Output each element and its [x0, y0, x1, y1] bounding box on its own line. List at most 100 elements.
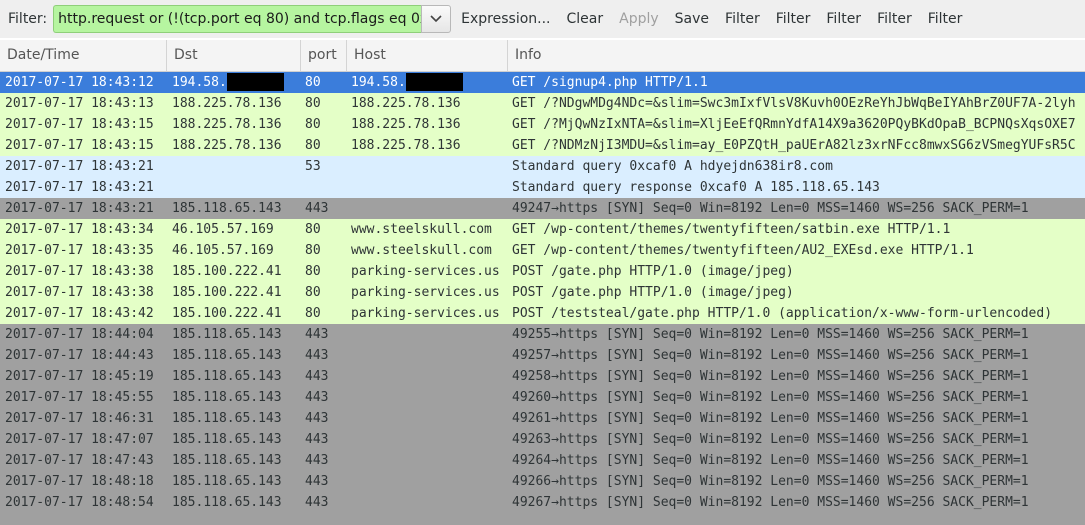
packet-row[interactable]: 2017-07-17 18:45:19 185.118.65.143 443 4925… — [0, 366, 1085, 387]
packet-time-text: 2017-07-17 18:48:54 — [5, 495, 154, 510]
packet-time-text: 2017-07-17 18:43:38 — [5, 285, 154, 300]
packet-row[interactable]: 2017-07-17 18:43:12 194.58. 80 194.58. GET /… — [0, 72, 1085, 93]
packet-row-partial[interactable] — [0, 513, 1085, 525]
filter-button-2[interactable]: Filter — [770, 11, 817, 27]
packet-host-text: parking-services.us — [351, 306, 500, 321]
packet-host-text: www.steelskull.com — [351, 243, 492, 258]
column-header-dst[interactable]: Dst — [167, 40, 301, 71]
packet-host-text: 188.225.78.136 — [351, 117, 461, 132]
packet-port: 443 — [305, 492, 345, 513]
packet-port: 80 — [305, 72, 345, 93]
packet-port-text: 80 — [305, 138, 321, 153]
packet-row[interactable]: 2017-07-17 18:43:15 188.225.78.136 80 188.2… — [0, 135, 1085, 156]
packet-row[interactable]: 2017-07-17 18:43:35 46.105.57.169 80 www.st… — [0, 240, 1085, 261]
packet-info-text: GET /wp-content/themes/twentyfifteen/sat… — [512, 222, 951, 237]
packet-dst-text: 185.118.65.143 — [172, 453, 282, 468]
packet-info-text: Standard query response 0xcaf0 A 185.118… — [512, 180, 880, 195]
packet-dst-text: 188.225.78.136 — [172, 138, 282, 153]
packet-dst: 185.100.222.41 — [172, 303, 300, 324]
packet-time: 2017-07-17 18:45:19 — [5, 366, 170, 387]
packet-row[interactable]: 2017-07-17 18:46:31 185.118.65.143 443 4926… — [0, 408, 1085, 429]
column-header-host[interactable]: Host — [347, 40, 508, 71]
packet-port: 80 — [305, 261, 345, 282]
packet-time-text: 2017-07-17 18:43:21 — [5, 159, 154, 174]
packet-info: 49263→https [SYN] Seq=0 Win=8192 Len=0 M… — [512, 429, 1085, 450]
packet-port: 53 — [305, 156, 345, 177]
packet-row[interactable]: 2017-07-17 18:43:21 185.118.65.143 443 4924… — [0, 198, 1085, 219]
packet-row[interactable]: 2017-07-17 18:43:38 185.100.222.41 80 parki… — [0, 261, 1085, 282]
column-header-port[interactable]: port — [301, 40, 347, 71]
packet-time-text: 2017-07-17 18:47:43 — [5, 453, 154, 468]
packet-time: 2017-07-17 18:43:38 — [5, 282, 170, 303]
packet-time: 2017-07-17 18:43:21 — [5, 156, 170, 177]
packet-info-text: 49264→https [SYN] Seq=0 Win=8192 Len=0 M… — [512, 453, 1029, 468]
packet-time: 2017-07-17 18:45:55 — [5, 387, 170, 408]
packet-port-text: 443 — [305, 474, 329, 489]
packet-host: parking-services.us — [351, 282, 507, 303]
packet-port-text: 443 — [305, 432, 329, 447]
packet-row[interactable]: 2017-07-17 18:43:34 46.105.57.169 80 www.st… — [0, 219, 1085, 240]
filter-button-3[interactable]: Filter — [820, 11, 867, 27]
packet-time-text: 2017-07-17 18:43:13 — [5, 96, 154, 111]
packet-row[interactable]: 2017-07-17 18:43:38 185.100.222.41 80 parki… — [0, 282, 1085, 303]
packet-row[interactable]: 2017-07-17 18:43:21 53 Standard query 0xca… — [0, 156, 1085, 177]
packet-port: 443 — [305, 324, 345, 345]
packet-info-text: POST /gate.php HTTP/1.0 (image/jpeg) — [512, 285, 794, 300]
filter-button-5[interactable]: Filter — [922, 11, 969, 27]
packet-info: POST /gate.php HTTP/1.0 (image/jpeg) — [512, 282, 1085, 303]
packet-port-text: 53 — [305, 159, 321, 174]
packet-dst: 185.100.222.41 — [172, 282, 300, 303]
packet-row[interactable]: 2017-07-17 18:48:54 185.118.65.143 443 4926… — [0, 492, 1085, 513]
packet-dst-text: 185.118.65.143 — [172, 369, 282, 384]
packet-row[interactable]: 2017-07-17 18:47:43 185.118.65.143 443 4926… — [0, 450, 1085, 471]
filter-button-1[interactable]: Filter — [719, 11, 766, 27]
filter-button-4[interactable]: Filter — [871, 11, 918, 27]
display-filter-input[interactable]: http.request or (!(tcp.port eq 80) and t… — [53, 5, 422, 33]
save-button[interactable]: Save — [669, 11, 715, 27]
packet-dst: 185.118.65.143 — [172, 366, 300, 387]
packet-info-text: POST /gate.php HTTP/1.0 (image/jpeg) — [512, 264, 794, 279]
column-header-info[interactable]: Info — [508, 40, 1085, 71]
packet-time: 2017-07-17 18:44:04 — [5, 324, 170, 345]
packet-port: 443 — [305, 408, 345, 429]
expression-button[interactable]: Expression... — [455, 11, 556, 27]
chevron-down-icon — [430, 15, 442, 23]
packet-row[interactable]: 2017-07-17 18:43:42 185.100.222.41 80 parki… — [0, 303, 1085, 324]
redaction-block — [405, 72, 463, 91]
packet-info: 49247→https [SYN] Seq=0 Win=8192 Len=0 M… — [512, 198, 1085, 219]
packet-row[interactable]: 2017-07-17 18:43:15 188.225.78.136 80 188.2… — [0, 114, 1085, 135]
packet-dst: 46.105.57.169 — [172, 240, 300, 261]
packet-dst: 185.118.65.143 — [172, 324, 300, 345]
column-header-datetime[interactable]: Date/Time — [0, 40, 167, 71]
packet-time: 2017-07-17 18:43:42 — [5, 303, 170, 324]
packet-port: 443 — [305, 471, 345, 492]
packet-port: 80 — [305, 114, 345, 135]
packet-port: 443 — [305, 198, 345, 219]
packet-dst-text: 185.118.65.143 — [172, 495, 282, 510]
packet-time: 2017-07-17 18:47:07 — [5, 429, 170, 450]
packet-row[interactable]: 2017-07-17 18:47:07 185.118.65.143 443 4926… — [0, 429, 1085, 450]
packet-port: 80 — [305, 219, 345, 240]
packet-time-text: 2017-07-17 18:43:35 — [5, 243, 154, 258]
packet-row[interactable]: 2017-07-17 18:43:21 Standard query respon… — [0, 177, 1085, 198]
packet-row[interactable]: 2017-07-17 18:43:13 188.225.78.136 80 188.2… — [0, 93, 1085, 114]
packet-port: 443 — [305, 429, 345, 450]
clear-button[interactable]: Clear — [561, 11, 610, 27]
packet-host-text: www.steelskull.com — [351, 222, 492, 237]
packet-row[interactable]: 2017-07-17 18:48:18 185.118.65.143 443 4926… — [0, 471, 1085, 492]
packet-time-text: 2017-07-17 18:43:42 — [5, 306, 154, 321]
packet-port: 80 — [305, 282, 345, 303]
packet-row[interactable]: 2017-07-17 18:44:43 185.118.65.143 443 4925… — [0, 345, 1085, 366]
packet-info-text: 49257→https [SYN] Seq=0 Win=8192 Len=0 M… — [512, 348, 1029, 363]
packet-row[interactable]: 2017-07-17 18:45:55 185.118.65.143 443 4926… — [0, 387, 1085, 408]
packet-port-text: 80 — [305, 264, 321, 279]
apply-button[interactable]: Apply — [613, 11, 665, 27]
packet-time-text: 2017-07-17 18:43:21 — [5, 201, 154, 216]
packet-time: 2017-07-17 18:43:21 — [5, 198, 170, 219]
packet-row[interactable]: 2017-07-17 18:44:04 185.118.65.143 443 4925… — [0, 324, 1085, 345]
filter-history-dropdown[interactable] — [421, 5, 452, 33]
packet-port-text: 443 — [305, 369, 329, 384]
packet-host-text: 188.225.78.136 — [351, 96, 461, 111]
packet-dst-text: 194.58. — [172, 75, 227, 90]
filter-label: Filter: — [8, 11, 48, 27]
